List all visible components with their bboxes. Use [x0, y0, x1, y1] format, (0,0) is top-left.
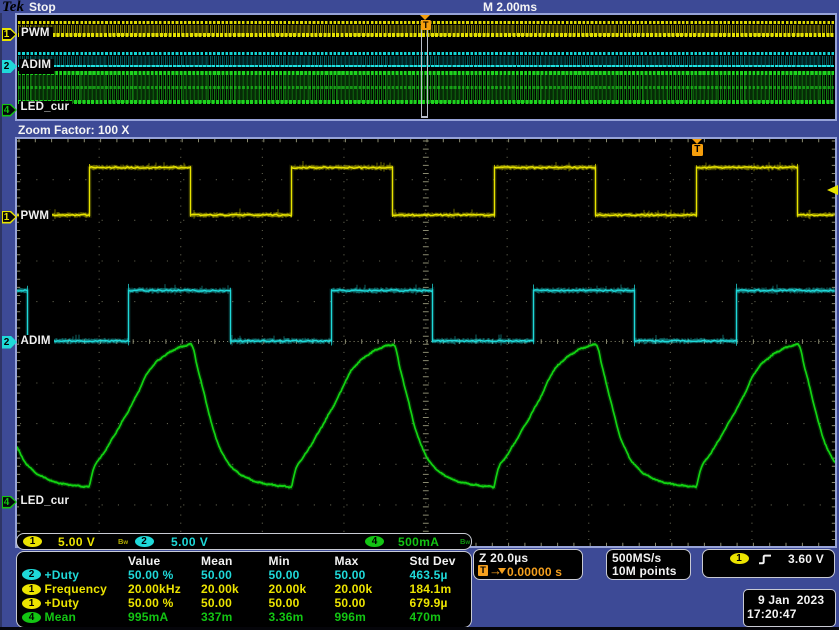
- acquisition-status-label: Stop: [29, 0, 56, 14]
- measurement-value: 20.00k: [269, 582, 307, 596]
- measurement-name: Mean: [45, 610, 76, 624]
- trigger-source-badge: 1: [730, 553, 749, 564]
- measurement-ch4-badge: 4: [22, 612, 41, 623]
- zoom-scale-label: Z 20.0µs: [479, 551, 528, 565]
- measurement-value: 337m: [201, 610, 233, 624]
- measurement-value: 996m: [335, 610, 367, 624]
- zoom-region-bracket-left[interactable]: [421, 20, 423, 118]
- measurement-ch2-badge: 2: [22, 569, 41, 580]
- overview-channel-2-marker[interactable]: 2: [1, 60, 17, 73]
- measurement-col-mean: Mean: [201, 554, 232, 568]
- overview-channel-label-adim: ADIM: [19, 59, 54, 74]
- measurement-value: 995mA: [128, 610, 168, 624]
- oscilloscope-screen: Tek Stop M 2.00ms T Zoom Factor: 100 X T…: [0, 0, 839, 630]
- trace-glow: [17, 167, 834, 216]
- zoom-position-value: 0.00000 s: [507, 565, 562, 579]
- zoom-channel-label-adim: ADIM: [19, 335, 54, 350]
- readout-ch1-scale: 5.00 V: [58, 535, 95, 549]
- readout-ch4-scale: 500mA: [398, 535, 439, 549]
- measurement-value: 50.00 %: [128, 596, 173, 610]
- channel-readout-bar: 1 5.00 V Bw 2 5.00 V 4 500mA Bw: [16, 533, 472, 551]
- sample-rate-label: 500MS/s: [612, 551, 661, 565]
- trigger-box: 1 3.60 V: [702, 549, 835, 578]
- date-label: 9 Jan 2023: [758, 593, 824, 607]
- zoom-position-marker-icon: [498, 568, 506, 574]
- zoom-channel-label-pwm: PWM: [19, 210, 53, 225]
- zoom-region-bracket-bottom: [421, 116, 429, 118]
- measurement-ch1-badge: 1: [22, 584, 41, 595]
- trigger-level-label: 3.60 V: [788, 552, 824, 566]
- rising-edge-glyph: [759, 555, 771, 563]
- measurement-col-value: Value: [128, 554, 160, 568]
- trigger-position-marker-icon: T: [692, 144, 703, 156]
- record-length-label: 10M points: [612, 564, 677, 578]
- measurement-col-std-dev: Std Dev: [410, 554, 456, 568]
- measurement-value: 184.1m: [410, 582, 452, 596]
- measurement-value: 20.00kHz: [128, 582, 181, 596]
- measurement-ch1-badge: 1: [22, 598, 41, 609]
- measurement-value: 470m: [410, 610, 442, 624]
- acquisition-box: 500MS/s 10M points: [606, 549, 691, 580]
- measurement-value: 50.00: [335, 568, 366, 582]
- measurements-panel: Value Mean Min Max Std Dev 2 +Duty 50.00 % 50.00…: [16, 551, 472, 628]
- trigger-slope-icon: [758, 554, 772, 565]
- measurement-value: 50.00: [201, 596, 232, 610]
- datetime-box: 9 Jan 2023 17:20:47: [743, 589, 836, 627]
- readout-ch1-bandwidth-icon: Bw: [118, 537, 128, 546]
- overview-channel-label-led_cur: LED_cur: [19, 101, 73, 116]
- measurement-value: 20.00k: [335, 582, 373, 596]
- main-timebase-label: M 2.00ms: [483, 0, 537, 14]
- trace-edge-spikes: [90, 164, 798, 218]
- trace-core: [17, 167, 834, 216]
- measurement-value: 50.00: [335, 596, 366, 610]
- trigger-level-arrow-tail: [835, 188, 838, 192]
- overview-channel-4-marker[interactable]: 4: [1, 104, 17, 117]
- zoom-channel-2-marker[interactable]: 2: [1, 336, 17, 349]
- measurement-col-max: Max: [335, 554, 359, 568]
- measurement-name: +Duty: [45, 568, 80, 582]
- zoom-scale-box: Z 20.0µs T → 0.00000 s: [473, 549, 583, 580]
- measurement-value: 50.00 %: [128, 568, 173, 582]
- measurement-value: 50.00: [269, 568, 300, 582]
- readout-ch2-scale: 5.00 V: [171, 535, 208, 549]
- zoom-region-bracket-right[interactable]: [427, 20, 429, 118]
- readout-ch2-badge: 2: [135, 536, 154, 547]
- measurement-name: Frequency: [45, 582, 108, 596]
- measurement-value: 3.36m: [269, 610, 304, 624]
- waveform-plot: [17, 139, 835, 546]
- measurement-value: 50.00: [269, 596, 300, 610]
- readout-ch4-badge: 4: [365, 536, 384, 547]
- readout-ch4-bandwidth-icon: Bw: [460, 537, 470, 546]
- zoom-waveform-window: [15, 137, 837, 548]
- measurement-value: 20.00k: [201, 582, 239, 596]
- measurement-name: +Duty: [45, 596, 80, 610]
- measurement-value: 463.5µ: [410, 568, 448, 582]
- readout-ch1-badge: 1: [23, 536, 42, 547]
- zoom-channel-label-led_cur: LED_cur: [19, 495, 73, 510]
- time-label: 17:20:47: [747, 607, 797, 621]
- zoom-factor-label: Zoom Factor: 100 X: [18, 123, 129, 137]
- zoom-trigger-icon: T: [478, 565, 488, 576]
- waveform-adim: [17, 284, 835, 347]
- measurement-value: 50.00: [201, 568, 232, 582]
- measurement-col-min: Min: [269, 554, 290, 568]
- overview-trigger-marker-icon: T: [421, 20, 431, 30]
- overview-channel-1-marker[interactable]: 1: [1, 28, 17, 41]
- zoom-channel-4-marker[interactable]: 4: [1, 496, 17, 509]
- overview-channel-label-pwm: PWM: [19, 27, 53, 42]
- measurement-value: 679.9µ: [410, 596, 448, 610]
- left-bezel-strip: [0, 13, 2, 627]
- zoom-channel-1-marker[interactable]: 1: [1, 211, 17, 224]
